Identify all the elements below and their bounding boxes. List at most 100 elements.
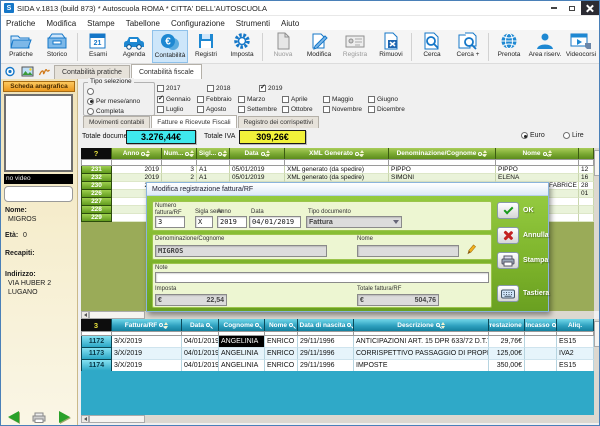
search-icon[interactable] [355, 152, 359, 156]
toolbar-agenda[interactable]: Agenda [116, 30, 152, 63]
cell[interactable]: 05/01/2019 [230, 166, 285, 174]
month-febbraio-checkbox[interactable]: Febbraio [197, 94, 238, 104]
dettaglio-grid-vscrollbar[interactable] [594, 319, 600, 423]
filter-cell[interactable] [162, 159, 197, 166]
cell[interactable]: 3/X/2019 [112, 336, 182, 348]
tab-fatture-ricevute[interactable]: Fatture e Ricevute Fiscali [151, 115, 236, 128]
toolbar-prenota[interactable]: Prenota [491, 30, 527, 63]
search-icon[interactable] [543, 152, 547, 156]
col-numero[interactable]: Num... [162, 148, 197, 159]
radio-per-mese-anno[interactable]: Per mese/anno [84, 96, 154, 106]
col-descrizione[interactable]: Descrizione [354, 319, 489, 331]
filter-cell[interactable] [230, 159, 285, 166]
month-dicembre-checkbox[interactable]: Dicembre [368, 104, 412, 114]
row-number[interactable]: 227 [81, 198, 112, 206]
cell[interactable]: CORRISPETTIVO PASSAGGIO DI PROPRIETA' [354, 348, 489, 360]
filter-cell[interactable] [389, 159, 496, 166]
month-giugno-checkbox[interactable]: Giugno [368, 94, 412, 104]
note-input[interactable] [155, 272, 489, 283]
col-data-nascita[interactable]: Data di nascita [298, 319, 354, 331]
search-icon[interactable] [261, 152, 265, 156]
col-nome[interactable]: Nome [496, 148, 579, 159]
month-marzo-checkbox[interactable]: Marzo [238, 94, 282, 104]
month-agosto-checkbox[interactable]: Agosto [197, 104, 238, 114]
col-xml[interactable]: XML Generato [285, 148, 389, 159]
cell[interactable]: ELENA [496, 174, 579, 182]
row-number[interactable]: 232 [81, 174, 112, 182]
stampa-button[interactable] [497, 252, 519, 269]
maximize-button[interactable] [563, 1, 581, 15]
filter-cell[interactable] [197, 159, 230, 166]
cell[interactable]: ANGELINIA [219, 348, 265, 360]
cell[interactable]: PIPPO [389, 166, 496, 174]
month-luglio-checkbox[interactable]: Luglio [157, 104, 197, 114]
menu-aiuto[interactable]: Aiuto [281, 19, 299, 28]
month-ottobre-checkbox[interactable]: Ottobre [282, 104, 323, 114]
grid-corner-cell[interactable]: ? [81, 148, 112, 159]
search-icon[interactable] [141, 152, 145, 156]
toolbar-rimuovi[interactable]: Rimuovi [373, 30, 409, 63]
year-2017-checkbox[interactable]: 2017 [157, 83, 207, 93]
col-aliquota[interactable]: Aliq. [557, 319, 594, 331]
menu-pratiche[interactable]: Pratiche [6, 19, 35, 28]
cell[interactable]: IVA2 [557, 348, 594, 360]
pencil-icon[interactable] [465, 244, 477, 256]
scroll-left-arrow-icon[interactable] [81, 415, 89, 423]
cell[interactable] [525, 336, 557, 348]
cell[interactable]: 04/01/2019 [182, 336, 219, 348]
toolbar-cerca-plus[interactable]: Cerca + [450, 30, 486, 63]
row-number[interactable]: 226 [81, 190, 112, 198]
tab-movimenti-contabili[interactable]: Movimenti contabili [83, 116, 150, 128]
row-number[interactable]: 1172 [81, 336, 112, 348]
nome-input[interactable] [357, 245, 459, 257]
cell[interactable]: PIPPO [496, 166, 579, 174]
menu-stampe[interactable]: Stampe [87, 19, 115, 28]
selected-cell[interactable]: ANGELINIA [219, 336, 265, 348]
imposta-input[interactable]: €22,54 [155, 294, 227, 306]
cell[interactable]: 12 [579, 166, 594, 174]
toolbar-area-riservata[interactable]: Area riserv. [527, 30, 563, 63]
search-icon[interactable] [289, 323, 293, 327]
menu-modifica[interactable]: Modifica [46, 19, 76, 28]
tab-registro-corrispettivi[interactable]: Registro dei corrispettivi [238, 116, 319, 128]
toolbar-cerca[interactable]: Cerca [414, 30, 450, 63]
filter-cell[interactable] [81, 159, 112, 166]
cell[interactable]: ES15 [557, 336, 594, 348]
photo-icon[interactable] [21, 66, 34, 77]
cell[interactable]: 3/X/2019 [112, 348, 182, 360]
currency-lire-radio[interactable]: Lire [563, 132, 584, 139]
toolbar-registra[interactable]: Registra [337, 30, 373, 63]
cell[interactable]: 29/11/1996 [298, 336, 354, 348]
grid-corner-cell[interactable]: 3 [81, 319, 112, 331]
tab-contabilita-pratiche[interactable]: Contabilità pratiche [54, 65, 130, 79]
cell[interactable]: 29/11/1996 [298, 348, 354, 360]
menu-tabellone[interactable]: Tabellone [126, 19, 160, 28]
data-input[interactable]: 04/01/2019 [249, 216, 301, 228]
menu-configurazione[interactable]: Configurazione [171, 19, 225, 28]
month-novembre-checkbox[interactable]: Novembre [323, 104, 368, 114]
cell[interactable]: 04/01/2019 [182, 348, 219, 360]
search-icon[interactable] [218, 152, 222, 156]
scrollbar-thumb[interactable] [89, 311, 145, 319]
search-icon[interactable] [159, 323, 163, 327]
month-gennaio-checkbox[interactable]: Gennaio [157, 94, 197, 104]
cell[interactable]: 125,00€ [489, 348, 525, 360]
col-data[interactable]: Data [230, 148, 285, 159]
col-prestazione[interactable]: Prestazione [489, 319, 525, 331]
toolbar-nuova[interactable]: Nuova [265, 30, 301, 63]
sigla-input[interactable]: X [195, 216, 213, 228]
tab-contabilita-fiscale[interactable]: Contabilità fiscale [131, 64, 202, 79]
toolbar-imposta[interactable]: Imposta [224, 30, 260, 63]
col-data[interactable]: Data [182, 319, 219, 331]
cell[interactable]: ENRICO [265, 348, 298, 360]
fatture-grid-hscrollbar[interactable] [81, 311, 594, 319]
denominazione-input[interactable]: MIGROS [155, 245, 327, 257]
col-sigla[interactable]: Sigl... [197, 148, 230, 159]
row-number[interactable]: 229 [81, 214, 112, 222]
col-incasso[interactable]: Incasso [525, 319, 557, 331]
scrollbar-thumb[interactable] [594, 321, 600, 347]
numero-input[interactable]: 3 [155, 216, 185, 228]
menu-strumenti[interactable]: Strumenti [236, 19, 270, 28]
col-cognome[interactable]: Cognome [219, 319, 265, 331]
radio-per-giorni[interactable] [84, 86, 154, 96]
